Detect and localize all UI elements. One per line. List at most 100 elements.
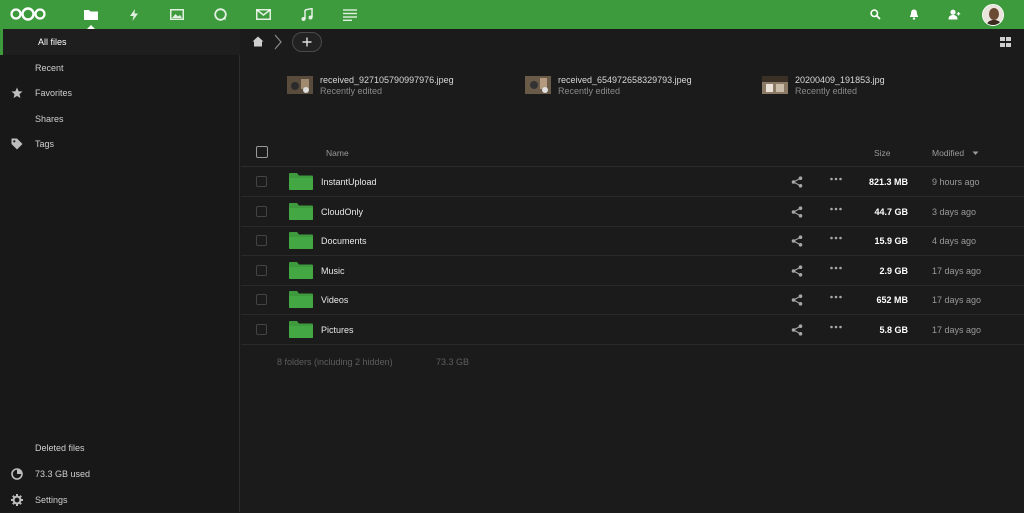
- file-name[interactable]: Music: [321, 266, 345, 276]
- table-row[interactable]: InstantUpload 821.3 MB 9 hours ago: [241, 167, 1024, 197]
- plus-icon: [302, 37, 312, 47]
- file-modified: 17 days ago: [932, 295, 982, 306]
- folder-icon: [289, 321, 313, 338]
- notes-icon[interactable]: [339, 5, 361, 24]
- recent-file-status: Recently edited: [320, 86, 383, 96]
- share-icon[interactable]: [791, 265, 803, 277]
- folder-icon: [289, 232, 313, 250]
- file-modified: 4 days ago: [932, 236, 977, 247]
- image-thumbnail: [762, 76, 788, 94]
- sidebar: All files Recent Favorites Shares Tags D…: [0, 29, 240, 512]
- sidebar-item-label: Tags: [35, 139, 55, 149]
- recent-file-name: received_927105790997976.jpeg: [320, 75, 454, 85]
- recent-file[interactable]: received_654972658329793.jpeg Recently e…: [525, 74, 725, 98]
- files-icon[interactable]: [80, 5, 102, 24]
- contacts-icon[interactable]: [943, 5, 965, 24]
- recent-file-status: Recently edited: [795, 86, 858, 96]
- share-icon[interactable]: [791, 235, 803, 247]
- gear-icon: [11, 494, 23, 506]
- file-size: 652 MB: [876, 295, 908, 306]
- file-name[interactable]: Documents: [321, 236, 367, 246]
- row-checkbox[interactable]: [256, 205, 267, 217]
- bell-icon[interactable]: [903, 5, 925, 24]
- select-all-checkbox[interactable]: [256, 146, 268, 158]
- row-checkbox[interactable]: [256, 235, 267, 247]
- sidebar-item-recent[interactable]: Recent: [0, 55, 240, 81]
- table-row[interactable]: Music 2.9 GB 17 days ago: [241, 256, 1024, 286]
- file-name[interactable]: Pictures: [321, 325, 354, 335]
- folder-icon: [289, 173, 313, 190]
- file-size: 821.3 MB: [868, 177, 908, 187]
- image-thumbnail: [287, 76, 313, 94]
- folder-icon: [289, 291, 313, 309]
- mail-icon[interactable]: [252, 5, 274, 24]
- sidebar-item-all-files[interactable]: All files: [0, 29, 240, 55]
- file-modified: 9 hours ago: [932, 177, 980, 187]
- row-checkbox[interactable]: [256, 176, 267, 187]
- music-icon[interactable]: [296, 5, 318, 24]
- talk-icon[interactable]: [209, 5, 231, 24]
- sidebar-item-label: 73.3 GB used: [35, 469, 91, 479]
- star-icon: [11, 87, 23, 98]
- recent-file[interactable]: 20200409_191853.jpg Recently edited: [762, 74, 962, 98]
- sidebar-item-tags[interactable]: Tags: [0, 131, 240, 157]
- sidebar-item-label: Shares: [35, 114, 64, 124]
- file-name[interactable]: CloudOnly: [321, 207, 363, 217]
- activity-icon[interactable]: [123, 5, 145, 24]
- breadcrumb: [241, 29, 1024, 55]
- main-content: received_927105790997976.jpeg Recently e…: [241, 29, 1024, 512]
- folder-icon: [289, 202, 313, 220]
- folder-icon: [289, 261, 313, 279]
- pie-icon: [11, 468, 23, 480]
- nextcloud-logo[interactable]: [10, 7, 46, 21]
- share-icon[interactable]: [791, 176, 803, 188]
- sidebar-item-settings[interactable]: Settings: [0, 487, 240, 513]
- sidebar-item-label: Recent: [35, 63, 64, 73]
- file-modified: 3 days ago: [932, 206, 977, 217]
- row-checkbox[interactable]: [256, 324, 267, 335]
- folder-count-summary: 8 folders (including 2 hidden): [277, 357, 393, 367]
- recent-file-status: Recently edited: [558, 86, 621, 96]
- sidebar-item-deleted-files[interactable]: Deleted files: [0, 435, 240, 461]
- total-size-summary: 73.3 GB: [436, 357, 470, 367]
- home-icon[interactable]: [252, 36, 264, 47]
- column-header-modified[interactable]: Modified: [932, 148, 979, 158]
- file-modified: 17 days ago: [932, 325, 982, 335]
- table-row[interactable]: CloudOnly 44.7 GB 3 days ago: [241, 197, 1024, 227]
- file-size: 5.8 GB: [879, 325, 908, 335]
- table-row[interactable]: Pictures 5.8 GB 17 days ago: [241, 315, 1024, 345]
- sidebar-item-shares[interactable]: Shares: [0, 106, 240, 132]
- file-name[interactable]: InstantUpload: [321, 177, 377, 187]
- file-size: 2.9 GB: [879, 265, 908, 276]
- row-checkbox[interactable]: [256, 294, 267, 306]
- table-row[interactable]: Documents 15.9 GB 4 days ago: [241, 226, 1024, 257]
- table-row[interactable]: Videos 652 MB 17 days ago: [241, 285, 1024, 316]
- avatar[interactable]: [982, 4, 1004, 26]
- recent-file-name: received_654972658329793.jpeg: [558, 75, 692, 85]
- image-thumbnail: [525, 76, 551, 94]
- sidebar-item-favorites[interactable]: Favorites: [0, 80, 240, 106]
- sidebar-item-label: Deleted files: [35, 443, 85, 453]
- column-header-modified-label: Modified: [932, 148, 965, 158]
- share-icon[interactable]: [791, 205, 803, 218]
- share-icon[interactable]: [791, 324, 803, 336]
- photos-icon[interactable]: [166, 5, 188, 24]
- column-header-name[interactable]: Name: [326, 148, 349, 158]
- share-icon[interactable]: [791, 294, 803, 306]
- file-name[interactable]: Videos: [321, 295, 348, 305]
- tag-icon: [11, 138, 23, 150]
- sidebar-item-label: All files: [38, 37, 67, 47]
- chevron-right-icon: [274, 34, 282, 50]
- top-bar: [0, 0, 1024, 29]
- recent-file-name: 20200409_191853.jpg: [795, 75, 885, 85]
- recent-file[interactable]: received_927105790997976.jpeg Recently e…: [287, 74, 487, 98]
- sidebar-item-quota[interactable]: 73.3 GB used: [0, 461, 240, 487]
- add-new-button[interactable]: [292, 32, 322, 52]
- file-modified: 17 days ago: [932, 265, 982, 276]
- file-table-header: Name Size Modified: [241, 137, 1024, 167]
- file-size: 15.9 GB: [874, 236, 908, 247]
- search-icon[interactable]: [864, 5, 886, 24]
- column-header-size[interactable]: Size: [874, 148, 891, 158]
- row-checkbox[interactable]: [256, 264, 267, 276]
- grid-view-icon[interactable]: [1000, 37, 1011, 47]
